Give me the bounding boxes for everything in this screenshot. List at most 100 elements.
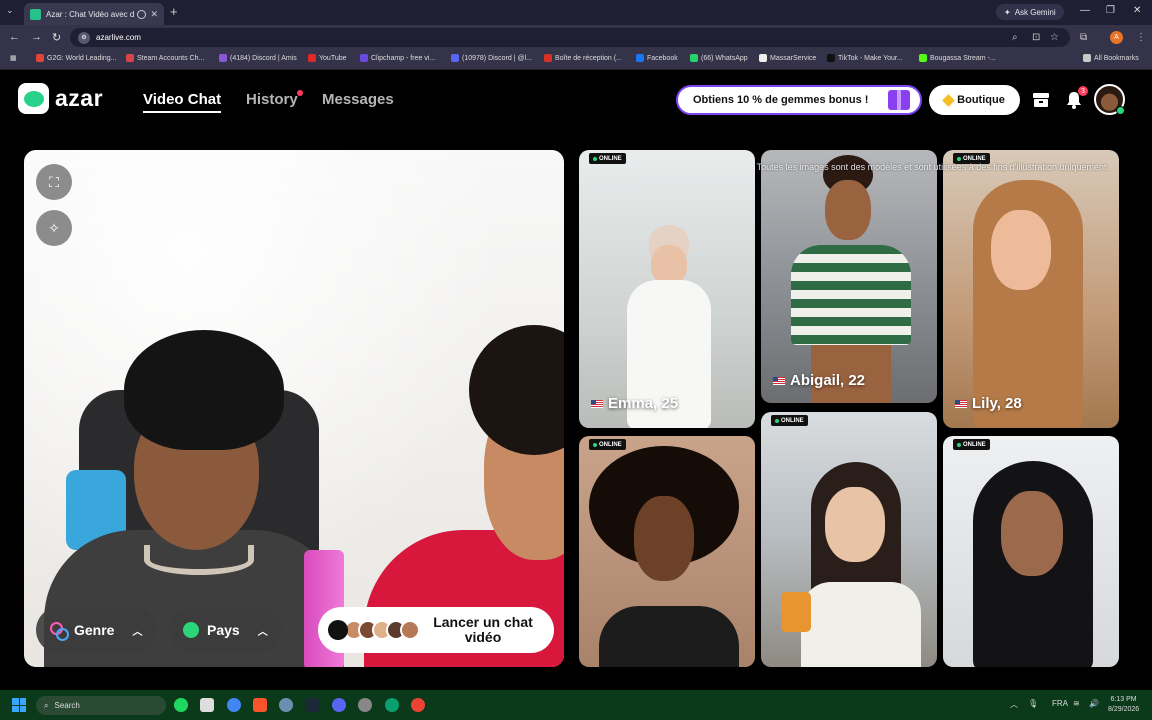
nav-messages[interactable]: Messages bbox=[322, 91, 394, 108]
browser-toolbar: ← → ↻ ⚙ azarlive.com ⌕ ⊡ ☆ ⧉ ⋮ bbox=[0, 25, 1152, 50]
bookmark-star-icon[interactable]: ☆ bbox=[1050, 32, 1059, 43]
site-info-icon[interactable]: ⚙ bbox=[78, 31, 90, 44]
discord-icon[interactable] bbox=[332, 698, 346, 712]
zoom-icon[interactable]: ⌕ bbox=[1012, 32, 1018, 43]
online-status-dot bbox=[1116, 106, 1125, 115]
launch-video-chat-button[interactable]: Lancer un chat vidéo bbox=[318, 607, 554, 653]
bookmark-favicon-icon bbox=[690, 54, 698, 62]
bookmark-favicon-icon bbox=[308, 54, 316, 62]
maximize-icon[interactable]: ❐ bbox=[1106, 5, 1115, 16]
all-bookmarks-button[interactable]: All Bookmarks bbox=[1083, 54, 1139, 62]
ask-gemini-label: Ask Gemini bbox=[1014, 7, 1056, 17]
pays-filter-button[interactable]: Pays ︿ bbox=[169, 607, 282, 653]
inventory-box-icon[interactable] bbox=[1030, 89, 1052, 111]
extensions-icon[interactable]: ⧉ bbox=[1080, 32, 1087, 43]
volume-icon[interactable]: 🔊 bbox=[1089, 699, 1099, 708]
bookmark-item[interactable]: TikTok - Make Your... bbox=[827, 54, 903, 62]
self-camera-view: ⛶ ✧ Genre ︿ Pays ︿ Lancer un chat vidéo bbox=[24, 150, 564, 667]
profile-card-bangs-hair[interactable]: ONLINE bbox=[761, 412, 937, 667]
settings-icon[interactable] bbox=[279, 698, 293, 712]
bookmark-item[interactable]: Bougassa Stream -... bbox=[919, 54, 996, 62]
windows-start-icon[interactable] bbox=[12, 698, 26, 712]
nav-history[interactable]: History bbox=[246, 90, 303, 108]
new-tab-icon[interactable]: + bbox=[170, 4, 178, 19]
azar-app: azar Video Chat History Messages Obtiens… bbox=[0, 71, 1152, 690]
preview-avatars bbox=[344, 620, 420, 640]
genre-filter-button[interactable]: Genre ︿ bbox=[36, 607, 157, 653]
nav-video-chat[interactable]: Video Chat bbox=[143, 91, 222, 113]
bookmark-item[interactable]: G2G: World Leading... bbox=[36, 54, 117, 62]
bookmark-item[interactable]: Steam Accounts Ch... bbox=[126, 54, 204, 62]
taskbar-search[interactable]: ⌕ Search bbox=[36, 696, 166, 715]
language-indicator[interactable]: FRA bbox=[1052, 699, 1068, 708]
user-avatar[interactable] bbox=[1094, 84, 1125, 115]
bookmark-item[interactable]: (66) WhatsApp bbox=[690, 54, 748, 62]
bookmark-label: (4184) Discord | Amis bbox=[230, 54, 297, 62]
profile-card-curly-hair[interactable]: ONLINE bbox=[579, 436, 755, 667]
launch-label: Lancer un chat vidéo bbox=[433, 614, 533, 645]
boutique-label: Boutique bbox=[957, 94, 1005, 106]
bookmark-label: TikTok - Make Your... bbox=[838, 54, 903, 62]
bookmark-label: Boîte de réception (... bbox=[555, 54, 622, 62]
chrome-icon[interactable] bbox=[227, 698, 241, 712]
reload-icon[interactable]: ↻ bbox=[52, 31, 61, 44]
profile-card-emma[interactable]: ONLINE Emma, 25 bbox=[579, 150, 755, 428]
bookmark-item[interactable]: MassarService bbox=[759, 54, 816, 62]
taskbar-search-label: Search bbox=[54, 701, 80, 710]
brave-icon[interactable] bbox=[253, 698, 267, 712]
us-flag-icon bbox=[591, 399, 603, 408]
steam-icon[interactable] bbox=[305, 698, 319, 712]
notifications-bell-icon[interactable]: 3 bbox=[1063, 86, 1088, 111]
bookmark-item[interactable]: Boîte de réception (... bbox=[544, 54, 622, 62]
chatgpt-icon[interactable] bbox=[358, 698, 372, 712]
wifi-icon[interactable]: ≋ bbox=[1073, 699, 1080, 708]
expand-view-icon[interactable]: ⛶ bbox=[36, 164, 72, 200]
forward-icon[interactable]: → bbox=[31, 31, 42, 43]
address-bar[interactable]: ⚙ azarlive.com bbox=[70, 28, 1070, 47]
promo-text: Obtiens 10 % de gemmes bonus ! bbox=[693, 94, 869, 106]
edge-icon[interactable] bbox=[385, 698, 399, 712]
camera-icon bbox=[328, 620, 348, 640]
bookmark-label: Steam Accounts Ch... bbox=[137, 54, 205, 62]
translate-icon[interactable]: ⊡ bbox=[1032, 32, 1040, 43]
chevron-up-icon: ︿ bbox=[132, 626, 143, 638]
browser-menu-icon[interactable]: ⋮ bbox=[1136, 32, 1146, 43]
apps-icon[interactable]: ▦ bbox=[10, 54, 17, 62]
bookmark-favicon-icon bbox=[126, 54, 134, 62]
bookmark-label: G2G: World Leading... bbox=[47, 54, 117, 62]
beauty-filter-wand-icon[interactable]: ✧ bbox=[36, 210, 72, 246]
bookmark-label: (66) WhatsApp bbox=[701, 54, 748, 62]
close-tab-icon[interactable]: ✕ bbox=[150, 9, 158, 20]
bookmark-item[interactable]: Clipchamp - free vi... bbox=[360, 54, 435, 62]
browser-tab-azar[interactable]: Azar : Chat Vidéo avec de n ✕ bbox=[24, 3, 164, 25]
ask-gemini-button[interactable]: ✦ Ask Gemini bbox=[996, 4, 1064, 20]
bookmark-label: Clipchamp - free vi... bbox=[371, 54, 436, 62]
bookmark-item[interactable]: (4184) Discord | Amis bbox=[219, 54, 297, 62]
profile-card-abigail[interactable]: Abigail, 22 bbox=[761, 150, 937, 403]
chrome-active-icon[interactable] bbox=[411, 698, 425, 712]
online-badge: ONLINE bbox=[771, 415, 808, 426]
media-playing-icon[interactable] bbox=[137, 9, 147, 19]
microphone-icon[interactable]: 🎙 bbox=[1028, 699, 1038, 708]
tab-search-icon[interactable]: ⌄ bbox=[6, 5, 14, 16]
profile-card-lily[interactable]: ONLINE Lily, 28 bbox=[943, 150, 1119, 428]
gmail-icon[interactable] bbox=[200, 698, 214, 712]
gem-bonus-promo-button[interactable]: Obtiens 10 % de gemmes bonus ! bbox=[676, 85, 922, 115]
tray-overflow-icon[interactable]: ︿ bbox=[1010, 699, 1018, 710]
bookmark-favicon-icon bbox=[451, 54, 459, 62]
browser-profile-avatar[interactable]: A bbox=[1110, 31, 1123, 44]
bookmark-item[interactable]: (10978) Discord | @l... bbox=[451, 54, 532, 62]
azar-logo[interactable]: azar bbox=[18, 83, 103, 114]
system-clock[interactable]: 6:13 PM 8/29/2026 bbox=[1108, 695, 1139, 715]
spotify-icon[interactable] bbox=[174, 698, 188, 712]
boutique-button[interactable]: Boutique bbox=[929, 85, 1020, 115]
profile-card-long-black-hair[interactable]: ONLINE bbox=[943, 436, 1119, 667]
bookmark-item[interactable]: YouTube bbox=[308, 54, 347, 62]
close-window-icon[interactable]: ✕ bbox=[1133, 5, 1141, 16]
bookmark-label: MassarService bbox=[770, 54, 817, 62]
bookmark-item[interactable]: Facebook bbox=[636, 54, 678, 62]
bookmark-label: Facebook bbox=[647, 54, 678, 62]
back-icon[interactable]: ← bbox=[9, 31, 20, 43]
profile-name-emma: Emma, 25 bbox=[608, 395, 679, 412]
minimize-icon[interactable]: — bbox=[1080, 5, 1090, 16]
